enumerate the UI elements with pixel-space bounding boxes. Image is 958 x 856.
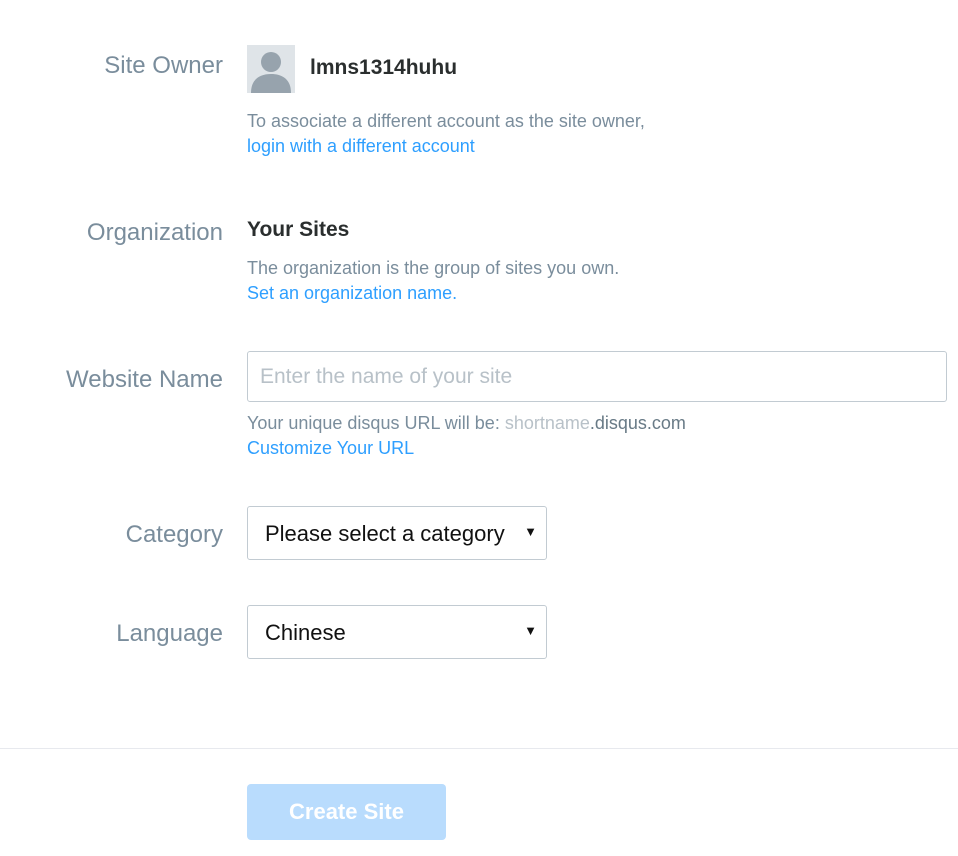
organization-name: Your Sites (247, 218, 350, 241)
url-shortname-text: shortname (504, 413, 590, 433)
organization-help-text: The organization is the group of sites y… (247, 258, 620, 278)
owner-help-text: To associate a different account as the … (247, 111, 645, 131)
website-name-label: Website Name (66, 366, 223, 393)
caret-down-icon: ▼ (524, 623, 537, 638)
user-silhouette-icon (247, 45, 295, 93)
language-label: Language (116, 620, 223, 647)
caret-down-icon: ▼ (524, 524, 537, 539)
category-label: Category (125, 521, 223, 548)
language-select[interactable]: Chinese ▼ (247, 605, 547, 659)
disqus-url-preview: Your unique disqus URL will be: shortnam… (247, 413, 686, 434)
customize-url-link[interactable]: Customize Your URL (247, 438, 414, 459)
set-organization-name-link[interactable]: Set an organization name. (247, 283, 457, 304)
language-selected-value: Chinese (265, 620, 346, 645)
website-name-input[interactable] (247, 351, 947, 402)
site-owner-label: Site Owner (104, 52, 223, 79)
create-site-button[interactable]: Create Site (247, 784, 446, 840)
url-prefix-text: Your unique disqus URL will be: (247, 413, 505, 433)
category-selected-value: Please select a category (265, 521, 505, 546)
footer-divider (0, 748, 958, 749)
login-different-account-link[interactable]: login with a different account (247, 136, 475, 157)
category-select[interactable]: Please select a category ▼ (247, 506, 547, 560)
user-avatar-icon (247, 45, 295, 93)
url-suffix-text: .disqus.com (589, 413, 686, 433)
organization-label: Organization (86, 219, 223, 246)
owner-username: lmns1314huhu (310, 56, 458, 79)
